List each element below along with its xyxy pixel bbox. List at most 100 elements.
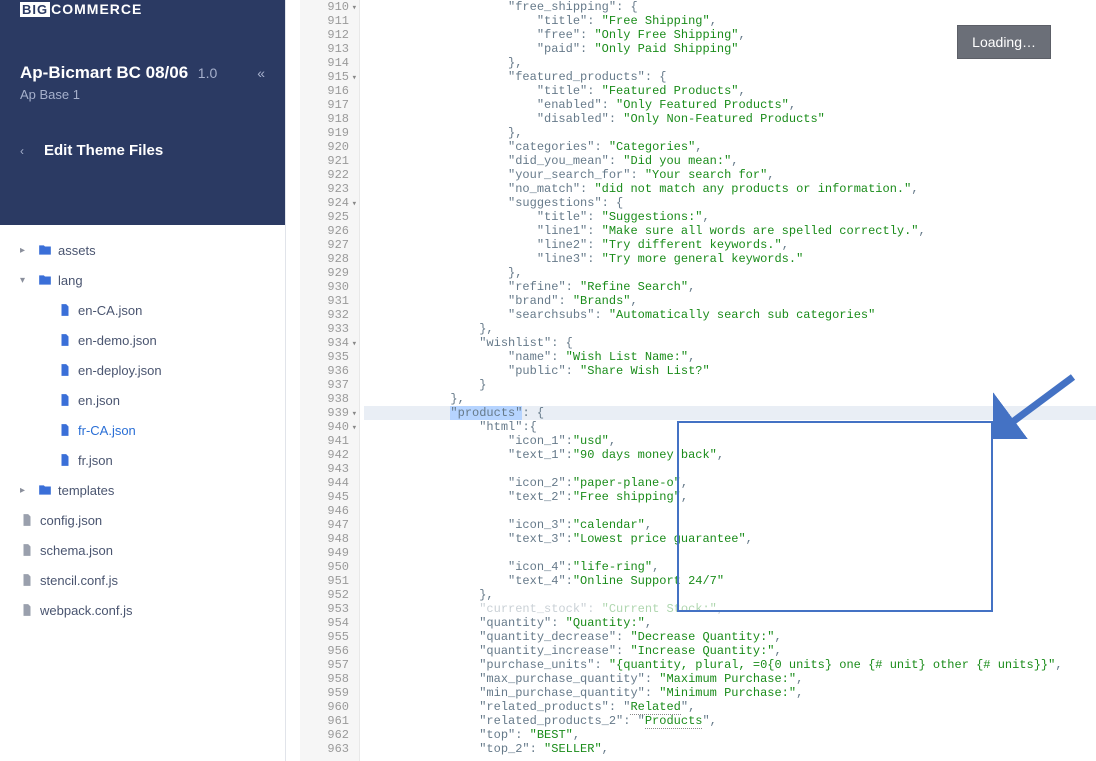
chevron-down-icon[interactable]: ▾ <box>20 275 38 286</box>
gutter-line[interactable]: 943 <box>300 462 349 476</box>
code-line[interactable]: "featured_products": { <box>364 70 1096 84</box>
gutter-line[interactable]: 953 <box>300 602 349 616</box>
gutter-line[interactable]: 929 <box>300 266 349 280</box>
code-line[interactable]: "products": { <box>364 406 1096 420</box>
tree-file-schema[interactable]: schema.json <box>0 535 285 565</box>
code-line[interactable]: "public": "Share Wish List?" <box>364 364 1096 378</box>
code-line[interactable]: "quantity_decrease": "Decrease Quantity:… <box>364 630 1096 644</box>
gutter-line[interactable]: 926 <box>300 224 349 238</box>
chevron-right-icon[interactable]: ▸ <box>20 245 38 256</box>
gutter-line[interactable]: 961 <box>300 714 349 728</box>
gutter-line[interactable]: 927 <box>300 238 349 252</box>
code-line[interactable]: "name": "Wish List Name:", <box>364 350 1096 364</box>
code-line[interactable]: "disabled": "Only Non-Featured Products" <box>364 112 1096 126</box>
code-line[interactable]: }, <box>364 588 1096 602</box>
gutter-line[interactable]: 936 <box>300 364 349 378</box>
code-line[interactable]: }, <box>364 126 1096 140</box>
collapse-sidebar-button[interactable]: « <box>257 65 265 81</box>
tree-folder-assets[interactable]: ▸ assets <box>0 235 285 265</box>
gutter-line[interactable]: 933 <box>300 322 349 336</box>
code-line[interactable]: "text_1":"90 days money back", <box>364 448 1096 462</box>
code-line[interactable]: "did_you_mean": "Did you mean:", <box>364 154 1096 168</box>
chevron-right-icon[interactable]: ▸ <box>20 485 38 496</box>
code-line[interactable]: "line2": "Try different keywords.", <box>364 238 1096 252</box>
code-line[interactable]: "title": "Suggestions:", <box>364 210 1096 224</box>
fold-icon[interactable]: ▾ <box>352 407 357 421</box>
fold-icon[interactable]: ▾ <box>352 71 357 85</box>
code-line[interactable]: "enabled": "Only Featured Products", <box>364 98 1096 112</box>
gutter-line[interactable]: 912 <box>300 28 349 42</box>
code-line[interactable]: "brand": "Brands", <box>364 294 1096 308</box>
code-line[interactable]: "wishlist": { <box>364 336 1096 350</box>
gutter-line[interactable]: 948 <box>300 532 349 546</box>
gutter-line[interactable]: 954 <box>300 616 349 630</box>
tree-file-stencil[interactable]: stencil.conf.js <box>0 565 285 595</box>
gutter-line[interactable]: 921 <box>300 154 349 168</box>
code-line[interactable] <box>364 462 1096 476</box>
code-line[interactable]: }, <box>364 266 1096 280</box>
code-line[interactable]: "suggestions": { <box>364 196 1096 210</box>
gutter-line[interactable]: 915▾ <box>300 70 349 84</box>
gutter-line[interactable]: 928 <box>300 252 349 266</box>
code-line[interactable]: "purchase_units": "{quantity, plural, =0… <box>364 658 1096 672</box>
gutter-line[interactable]: 911 <box>300 14 349 28</box>
tree-file-en-demo[interactable]: en-demo.json <box>0 325 285 355</box>
gutter-line[interactable]: 955 <box>300 630 349 644</box>
gutter-line[interactable]: 931 <box>300 294 349 308</box>
gutter-line[interactable]: 956 <box>300 644 349 658</box>
gutter-line[interactable]: 949 <box>300 546 349 560</box>
code-line[interactable] <box>364 546 1096 560</box>
code-editor[interactable]: 910▾911912913914915▾91691791891992092192… <box>300 0 1096 761</box>
gutter-line[interactable]: 950 <box>300 560 349 574</box>
tree-file-en-ca[interactable]: en-CA.json <box>0 295 285 325</box>
gutter-line[interactable]: 917 <box>300 98 349 112</box>
gutter-line[interactable]: 951 <box>300 574 349 588</box>
code-line[interactable]: "your_search_for": "Your search for", <box>364 168 1096 182</box>
code-line[interactable]: "title": "Featured Products", <box>364 84 1096 98</box>
code-line[interactable]: "icon_4":"life-ring", <box>364 560 1096 574</box>
tree-file-fr[interactable]: fr.json <box>0 445 285 475</box>
code-line[interactable]: "current_stock": "Current Stock:", <box>364 602 1096 616</box>
editor-code[interactable]: "free_shipping": { "title": "Free Shippi… <box>360 0 1096 761</box>
gutter-line[interactable]: 946 <box>300 504 349 518</box>
gutter-line[interactable]: 923 <box>300 182 349 196</box>
gutter-line[interactable]: 963 <box>300 742 349 756</box>
gutter-line[interactable]: 924▾ <box>300 196 349 210</box>
gutter-line[interactable]: 935 <box>300 350 349 364</box>
code-line[interactable]: "quantity_increase": "Increase Quantity:… <box>364 644 1096 658</box>
gutter-line[interactable]: 916 <box>300 84 349 98</box>
gutter-line[interactable]: 910▾ <box>300 0 349 14</box>
tree-folder-templates[interactable]: ▸ templates <box>0 475 285 505</box>
code-line[interactable]: "refine": "Refine Search", <box>364 280 1096 294</box>
gutter-line[interactable]: 914 <box>300 56 349 70</box>
gutter-line[interactable]: 940▾ <box>300 420 349 434</box>
gutter-line[interactable]: 934▾ <box>300 336 349 350</box>
code-line[interactable]: "free_shipping": { <box>364 0 1096 14</box>
gutter-line[interactable]: 919 <box>300 126 349 140</box>
code-line[interactable]: }, <box>364 322 1096 336</box>
gutter-line[interactable]: 938 <box>300 392 349 406</box>
breadcrumb[interactable]: ‹ Edit Theme Files <box>20 142 265 159</box>
code-line[interactable]: "searchsubs": "Automatically search sub … <box>364 308 1096 322</box>
code-line[interactable]: "categories": "Categories", <box>364 140 1096 154</box>
editor-gutter[interactable]: 910▾911912913914915▾91691791891992092192… <box>300 0 360 761</box>
gutter-line[interactable]: 937 <box>300 378 349 392</box>
gutter-line[interactable]: 922 <box>300 168 349 182</box>
code-line[interactable]: "max_purchase_quantity": "Maximum Purcha… <box>364 672 1096 686</box>
gutter-line[interactable]: 913 <box>300 42 349 56</box>
gutter-line[interactable]: 932 <box>300 308 349 322</box>
code-line[interactable]: "quantity": "Quantity:", <box>364 616 1096 630</box>
gutter-line[interactable]: 925 <box>300 210 349 224</box>
gutter-line[interactable]: 939▾ <box>300 406 349 420</box>
gutter-line[interactable]: 942 <box>300 448 349 462</box>
tree-file-config[interactable]: config.json <box>0 505 285 535</box>
gutter-line[interactable]: 962 <box>300 728 349 742</box>
gutter-line[interactable]: 957 <box>300 658 349 672</box>
code-line[interactable]: }, <box>364 392 1096 406</box>
gutter-line[interactable]: 920 <box>300 140 349 154</box>
fold-icon[interactable]: ▾ <box>352 1 357 15</box>
code-line[interactable]: "icon_2":"paper-plane-o", <box>364 476 1096 490</box>
gutter-line[interactable]: 947 <box>300 518 349 532</box>
code-line[interactable]: "related_products_2": "Products", <box>364 714 1096 728</box>
gutter-line[interactable]: 941 <box>300 434 349 448</box>
